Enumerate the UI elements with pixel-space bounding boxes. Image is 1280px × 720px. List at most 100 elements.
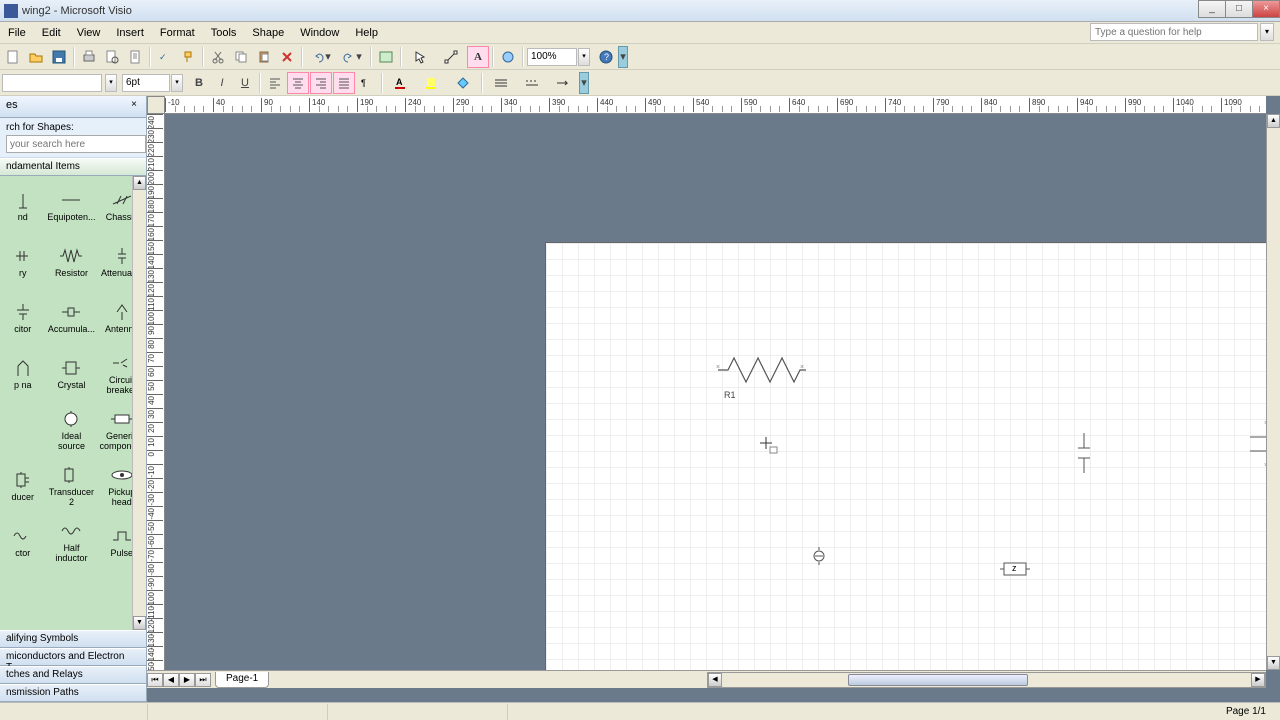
font-name-input[interactable]	[2, 74, 102, 92]
menu-shape[interactable]: Shape	[244, 25, 292, 41]
shapes-category[interactable]: tches and Relays	[0, 666, 146, 684]
shape-stencil-item[interactable]: Crystal	[45, 346, 97, 402]
menu-format[interactable]: Format	[152, 25, 203, 41]
print-icon[interactable]	[78, 46, 100, 68]
shapes-category[interactable]: miconductors and Electron T...	[0, 648, 146, 666]
menu-file[interactable]: File	[0, 25, 34, 41]
align-right-button[interactable]	[310, 72, 332, 94]
shape-stencil-item[interactable]: nd	[0, 178, 45, 234]
paste-icon[interactable]	[253, 46, 275, 68]
align-center-button[interactable]	[287, 72, 309, 94]
pointer-tool-icon[interactable]	[405, 46, 435, 68]
spelling-icon[interactable]: ✓	[154, 46, 176, 68]
ideal-source-shape[interactable]	[812, 547, 826, 570]
close-button[interactable]: ×	[1252, 0, 1280, 18]
text-tool-icon[interactable]: A	[467, 46, 489, 68]
scroll-left-icon[interactable]: ◀	[708, 673, 722, 687]
scroll-thumb[interactable]	[848, 674, 1028, 686]
line-weight-button[interactable]	[486, 72, 516, 94]
shapes-category[interactable]: nsmission Paths	[0, 684, 146, 702]
maximize-button[interactable]: □	[1225, 0, 1253, 18]
justify-button[interactable]	[333, 72, 355, 94]
menu-tools[interactable]: Tools	[203, 25, 245, 41]
save-icon[interactable]	[48, 46, 70, 68]
highlight-button[interactable]	[417, 72, 447, 94]
toolbar-options-icon[interactable]: ▾	[618, 46, 628, 68]
connector-tool-icon[interactable]	[436, 46, 466, 68]
fill-color-button[interactable]	[448, 72, 478, 94]
shapes-panel-close-button[interactable]: ×	[128, 99, 140, 114]
redo-icon[interactable]: ▾	[337, 46, 367, 68]
menu-edit[interactable]: Edit	[34, 25, 69, 41]
shape-stencil-item[interactable]: Half inductor	[45, 514, 97, 570]
underline-button[interactable]: U	[234, 72, 256, 94]
shape-stencil-item[interactable]: Transducer 2	[45, 458, 97, 514]
help-icon[interactable]: ?	[595, 46, 617, 68]
vertical-scrollbar[interactable]: ▲ ▼	[1266, 114, 1280, 670]
shapes-category[interactable]: alifying Symbols	[0, 630, 146, 648]
menu-view[interactable]: View	[69, 25, 109, 41]
zoom-input[interactable]	[527, 48, 577, 66]
shape-stencil-item[interactable]: ctor	[0, 514, 45, 570]
font-name-dropdown[interactable]: ▾	[105, 74, 117, 92]
scroll-down-icon[interactable]: ▼	[1267, 656, 1280, 670]
help-dropdown[interactable]: ▾	[1260, 23, 1274, 41]
shapes-search-input[interactable]	[6, 135, 146, 153]
bold-button[interactable]: B	[188, 72, 210, 94]
first-page-button[interactable]: ⏮	[147, 673, 163, 687]
font-size-dropdown[interactable]: ▾	[171, 74, 183, 92]
resistor-shape[interactable]: ×× R1	[716, 355, 806, 400]
font-color-button[interactable]: A	[386, 72, 416, 94]
ink-tool-icon[interactable]	[497, 46, 519, 68]
font-size-input[interactable]	[122, 74, 170, 92]
undo-icon[interactable]: ▾	[306, 46, 336, 68]
viewport[interactable]: ×× R1 z	[165, 114, 1266, 670]
capacitor-shape[interactable]	[1076, 433, 1092, 478]
page-tab[interactable]: Page-1	[215, 672, 269, 688]
delete-icon[interactable]	[276, 46, 298, 68]
last-page-button[interactable]: ⏭	[195, 673, 211, 687]
cut-icon[interactable]	[207, 46, 229, 68]
next-page-button[interactable]: ▶	[179, 673, 195, 687]
print-preview-icon[interactable]	[101, 46, 123, 68]
open-icon[interactable]	[25, 46, 47, 68]
line-pattern-button[interactable]	[517, 72, 547, 94]
shape-stencil-item[interactable]: Equipoten...	[45, 178, 97, 234]
new-icon[interactable]	[2, 46, 24, 68]
prev-page-button[interactable]: ◀	[163, 673, 179, 687]
format-painter-icon[interactable]	[177, 46, 199, 68]
capacitor-shape-2[interactable]: ××	[1248, 419, 1266, 474]
shape-stencil-item[interactable]: Resistor	[45, 234, 97, 290]
italic-button[interactable]: I	[211, 72, 233, 94]
menu-window[interactable]: Window	[292, 25, 347, 41]
horizontal-scrollbar[interactable]: ◀ ▶	[707, 672, 1266, 688]
shape-stencil-item[interactable]: Accumula...	[45, 290, 97, 346]
shape-stencil-item[interactable]: ducer	[0, 458, 45, 514]
minimize-button[interactable]: _	[1198, 0, 1226, 18]
shape-stencil-item[interactable]: p na	[0, 346, 45, 402]
scroll-up-icon[interactable]: ▲	[1267, 114, 1280, 128]
copy-icon[interactable]	[230, 46, 252, 68]
scroll-up-icon[interactable]: ▲	[133, 176, 146, 190]
generic-component-shape[interactable]: z	[1000, 561, 1030, 582]
shapes-scrollbar[interactable]: ▲ ▼	[132, 176, 146, 630]
help-search-input[interactable]	[1090, 23, 1258, 41]
zoom-dropdown[interactable]: ▾	[578, 48, 590, 66]
align-left-button[interactable]	[264, 72, 286, 94]
menu-insert[interactable]: Insert	[108, 25, 152, 41]
shape-stencil-item[interactable]: Ideal source	[45, 402, 97, 458]
shape-stencil-item[interactable]: ry	[0, 234, 45, 290]
scroll-right-icon[interactable]: ▶	[1251, 673, 1265, 687]
drawing-page[interactable]: ×× R1 z	[545, 242, 1266, 670]
menu-help[interactable]: Help	[347, 25, 386, 41]
toolbar2-options-icon[interactable]: ▾	[579, 72, 589, 94]
shape-stencil-item[interactable]	[0, 402, 45, 458]
text-direction-button[interactable]: ¶	[356, 72, 378, 94]
shapes-category-active[interactable]: ndamental Items	[0, 158, 146, 176]
vertical-ruler[interactable]: 2402302202102001901801701601501401301201…	[147, 114, 165, 670]
research-icon[interactable]	[124, 46, 146, 68]
scroll-down-icon[interactable]: ▼	[133, 616, 146, 630]
horizontal-ruler[interactable]: -104090140190240290340390440490540590640…	[165, 96, 1266, 114]
shape-stencil-item[interactable]: citor	[0, 290, 45, 346]
line-ends-button[interactable]	[548, 72, 578, 94]
